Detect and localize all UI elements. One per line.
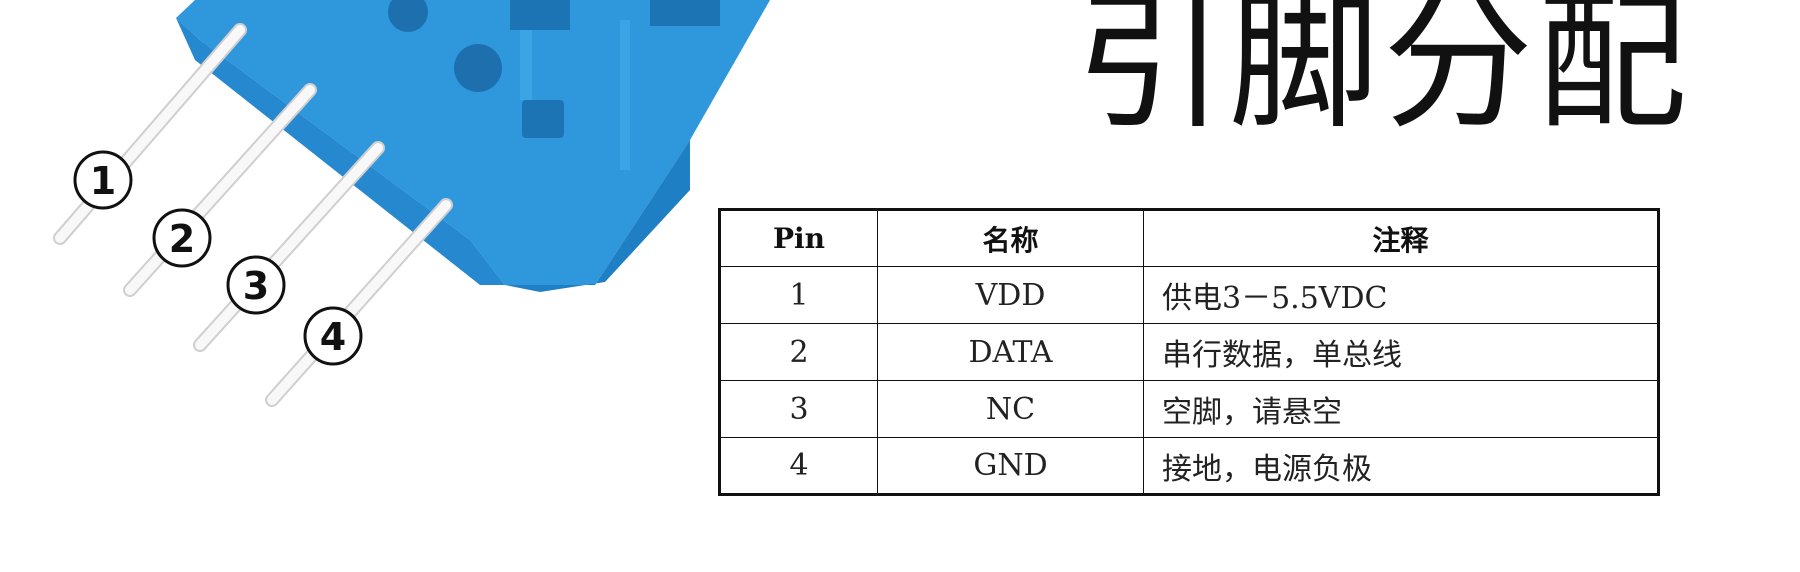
header-name: 名称	[877, 209, 1144, 267]
pin-marker-2: 2	[152, 208, 212, 268]
svg-text:3: 3	[243, 264, 269, 308]
cell-note: 串行数据，单总线	[1143, 323, 1659, 381]
page-title: 引脚分配	[1075, 0, 1692, 150]
header-pin: Pin	[719, 209, 878, 267]
sensor-illustration: 1 2 3 4	[53, 0, 770, 407]
cell-name: NC	[877, 380, 1144, 438]
pin-marker-3: 3	[226, 255, 286, 315]
table-row: 3 NC 空脚，请悬空	[719, 380, 1659, 438]
svg-text:2: 2	[169, 217, 195, 261]
table-header-row: Pin 名称 注释	[719, 209, 1659, 267]
table-row: 1 VDD 供电3－5.5VDC	[719, 266, 1659, 324]
cell-name: DATA	[877, 323, 1144, 381]
pin-marker-1: 1	[73, 150, 133, 210]
cell-note: 接地，电源负极	[1143, 437, 1659, 495]
cell-name: GND	[877, 437, 1144, 495]
cell-name: VDD	[877, 266, 1144, 324]
svg-text:4: 4	[320, 315, 346, 359]
cell-pin: 2	[719, 323, 878, 381]
table-row: 2 DATA 串行数据，单总线	[719, 323, 1659, 381]
cell-note: 空脚，请悬空	[1143, 380, 1659, 438]
pin-marker-4: 4	[303, 306, 363, 366]
cell-pin: 3	[719, 380, 878, 438]
pin-assignment-table: Pin 名称 注释 1 VDD 供电3－5.5VDC 2 DATA 串行数据，单…	[718, 208, 1660, 496]
cell-note: 供电3－5.5VDC	[1143, 266, 1659, 324]
cell-pin: 1	[719, 266, 878, 324]
cell-pin: 4	[719, 437, 878, 495]
table-row: 4 GND 接地，电源负极	[719, 437, 1659, 495]
svg-text:1: 1	[90, 159, 116, 203]
header-note: 注释	[1143, 209, 1659, 267]
